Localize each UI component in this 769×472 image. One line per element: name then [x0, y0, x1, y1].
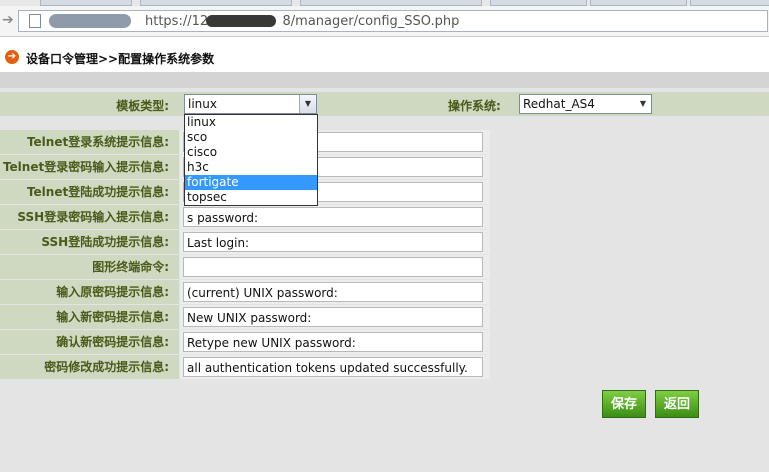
field-label: 输入原密码提示信息: — [0, 280, 179, 304]
field-cell: New UNIX password: — [180, 305, 490, 329]
field-cell: s password: — [180, 205, 490, 229]
old-password-prompt-input[interactable]: (current) UNIX password: — [183, 282, 483, 302]
chevron-down-icon[interactable]: ▼ — [299, 95, 316, 113]
separator — [0, 116, 769, 128]
dropdown-option[interactable]: sco — [185, 130, 317, 145]
dropdown-option[interactable]: cisco — [185, 145, 317, 160]
ssh-password-prompt-input[interactable]: s password: — [183, 207, 483, 227]
field-cell: Retype new UNIX password: — [180, 330, 490, 354]
back-arrow-icon[interactable]: ➔ — [2, 12, 14, 28]
template-type-select[interactable]: linux ▼ — [184, 94, 317, 114]
field-label: 密码修改成功提示信息: — [0, 355, 179, 379]
chevron-down-icon[interactable]: ▼ — [635, 95, 651, 113]
field-label: 确认新密码提示信息: — [0, 330, 179, 354]
page-content: ➔ 设备口令管理>>配置操作系统参数 模板类型: linux ▼ 操作系统: R… — [0, 37, 769, 472]
address-bar: ➔ https://12 8/manager/config_SSO.php — [0, 6, 769, 37]
template-type-dropdown: linux sco cisco h3c fortigate topsec — [184, 114, 318, 206]
os-label: 操作系统: — [448, 99, 501, 113]
dropdown-option[interactable]: h3c — [185, 160, 317, 175]
template-type-label: 模板类型: — [116, 99, 169, 113]
template-row: 模板类型: linux ▼ 操作系统: Redhat_AS4 ▼ — [0, 92, 769, 116]
field-label: 输入新密码提示信息: — [0, 305, 179, 329]
redacted-host-mark — [206, 15, 276, 27]
dropdown-option[interactable]: linux — [185, 115, 317, 130]
graphical-terminal-command-input[interactable] — [183, 257, 483, 277]
ssh-success-prompt-input[interactable]: Last login: — [183, 232, 483, 252]
field-label: Telnet登录密码输入提示信息: — [0, 155, 179, 179]
field-cell — [180, 255, 490, 279]
password-changed-prompt-input[interactable]: all authentication tokens updated succes… — [183, 357, 483, 377]
dropdown-option-highlighted[interactable]: fortigate — [185, 175, 317, 190]
field-label: Telnet登录系统提示信息: — [0, 130, 179, 154]
url-text: https://12 8/manager/config_SSO.php — [145, 14, 460, 29]
field-label: SSH登陆成功提示信息: — [0, 230, 179, 254]
page-icon — [29, 14, 41, 28]
field-cell: Last login: — [180, 230, 490, 254]
field-label: SSH登录密码输入提示信息: — [0, 205, 179, 229]
dropdown-option[interactable]: topsec — [185, 190, 317, 205]
save-button[interactable]: 保存 — [602, 390, 646, 418]
field-label: Telnet登陆成功提示信息: — [0, 180, 179, 204]
page-title: 设备口令管理>>配置操作系统参数 — [26, 52, 215, 66]
os-select[interactable]: Redhat_AS4 ▼ — [519, 94, 652, 114]
title-bar: ➔ 设备口令管理>>配置操作系统参数 — [0, 37, 769, 72]
header-band — [0, 72, 769, 88]
arrow-circle-icon: ➔ — [5, 50, 19, 64]
field-cell: (current) UNIX password: — [180, 280, 490, 304]
field-label: 图形终端命令: — [0, 255, 179, 279]
template-type-value: linux — [188, 97, 217, 111]
redacted-host-mark — [49, 14, 131, 28]
os-value: Redhat_AS4 — [523, 97, 595, 111]
back-button[interactable]: 返回 — [655, 390, 699, 418]
new-password-prompt-input[interactable]: New UNIX password: — [183, 307, 483, 327]
url-input[interactable]: https://12 8/manager/config_SSO.php — [18, 10, 768, 32]
field-cell: all authentication tokens updated succes… — [180, 355, 490, 379]
confirm-password-prompt-input[interactable]: Retype new UNIX password: — [183, 332, 483, 352]
